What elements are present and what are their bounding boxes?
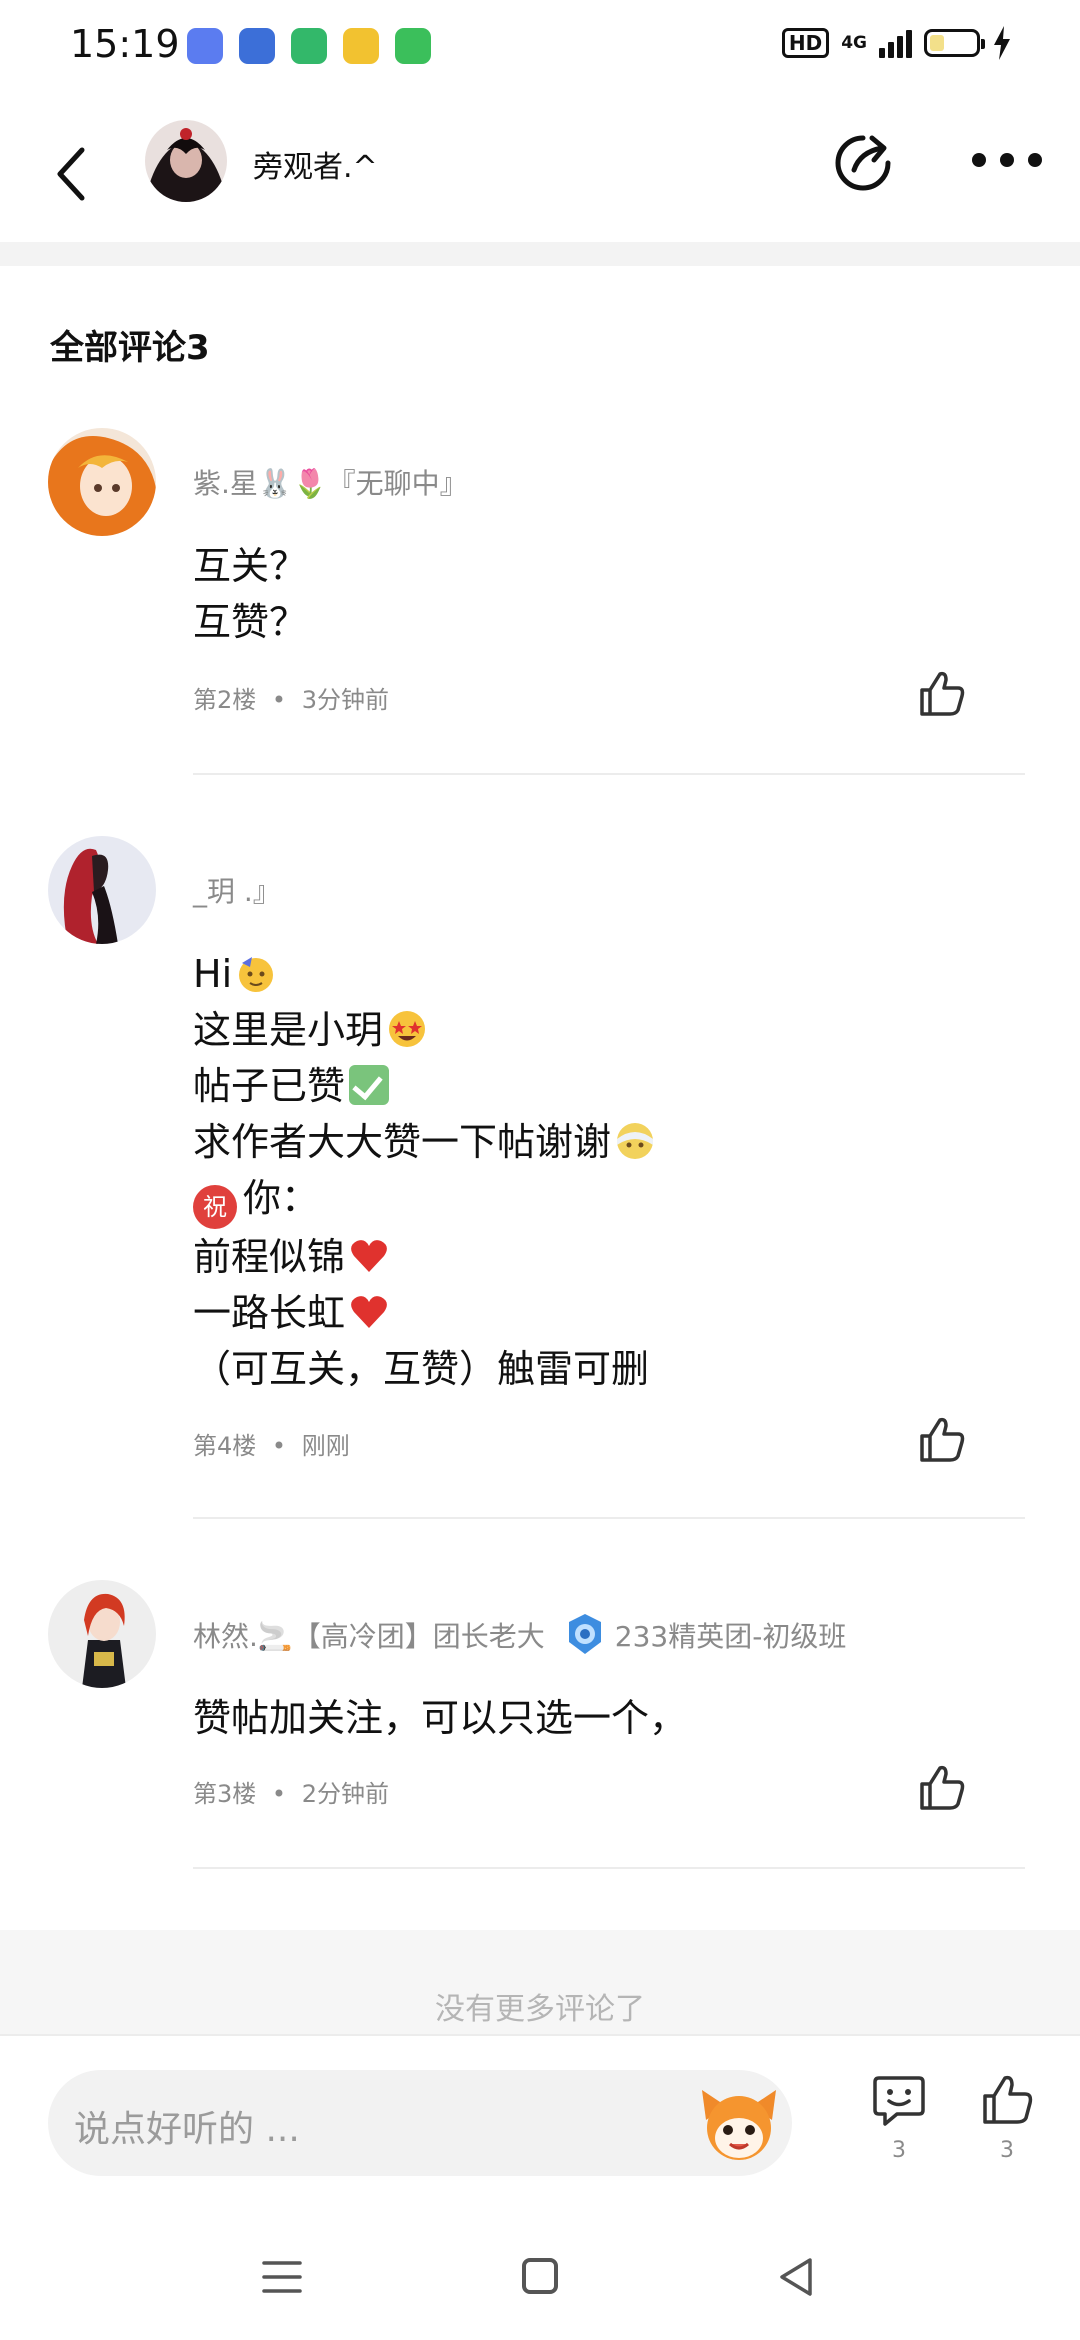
chevron-left-icon[interactable] xyxy=(48,138,92,210)
comment-content: 赞帖加关注，可以只选一个， xyxy=(193,1690,687,1746)
charging-icon xyxy=(994,26,1010,60)
app-notification-icon xyxy=(343,28,379,64)
comment-meta: 第3楼 • 2分钟前 xyxy=(193,1774,389,1809)
comment-divider xyxy=(193,1517,1025,1519)
red-heart-emoji-icon xyxy=(351,1296,387,1328)
comment-line: 帖子已赞 xyxy=(193,1058,655,1114)
battery-icon xyxy=(924,29,985,57)
comment-line: 前程似锦 xyxy=(193,1229,655,1285)
status-bar: 15:19 HD 4G xyxy=(0,0,1080,100)
mascot-emoji-icon[interactable] xyxy=(696,2080,782,2166)
system-indicators: HD 4G xyxy=(781,26,1012,60)
status-time: 15:19 xyxy=(70,22,180,66)
group-name[interactable]: 233精英团-初级班 xyxy=(615,1620,847,1653)
top-nav: 旁观者.^ xyxy=(0,110,1080,240)
floor-number: 第3楼 xyxy=(193,1780,257,1808)
commenter-name[interactable]: 紫.星🐰🌷『无聊中』 xyxy=(193,462,468,502)
avatar[interactable] xyxy=(48,1580,156,1688)
commenter-name-text[interactable]: 林然.🚬【高冷团】团长老大 xyxy=(193,1620,545,1653)
avatar[interactable] xyxy=(48,428,156,536)
thumbs-up-icon xyxy=(983,2075,1033,2124)
like-count: 3 xyxy=(1000,2138,1014,2163)
comment-line: 赞帖加关注，可以只选一个， xyxy=(193,1696,688,1740)
commenter-name[interactable]: _玥 .』 xyxy=(193,870,281,910)
menu-icon[interactable] xyxy=(262,2258,302,2296)
comment-time: 刚刚 xyxy=(301,1432,350,1460)
author-name[interactable]: 旁观者.^ xyxy=(253,142,378,186)
comment-line-text: 一路长虹 xyxy=(193,1291,346,1335)
congrats-emoji-icon: 祝 xyxy=(193,1185,237,1229)
comment-line-text: 帖子已赞 xyxy=(193,1064,346,1108)
floor-number: 第2楼 xyxy=(193,686,257,714)
comment-content: 互关？ 互赞？ xyxy=(193,538,307,650)
comment-input-bar: 说点好听的 ... 3 3 xyxy=(0,2034,1080,2216)
more-icon[interactable] xyxy=(972,150,1042,170)
comment-line-text: 这里是小玥 xyxy=(193,1008,384,1052)
comments-title: 全部评论3 xyxy=(50,328,210,368)
message-notification-icon xyxy=(291,28,327,64)
thumbs-up-icon[interactable] xyxy=(916,668,968,720)
party-face-emoji-icon xyxy=(239,957,274,992)
meta-separator: • xyxy=(271,686,287,714)
app-notification-icon xyxy=(187,28,223,64)
network-type-label: 4G xyxy=(841,32,867,53)
comment-divider xyxy=(193,1867,1025,1869)
avatar[interactable] xyxy=(48,836,156,944)
comment-bubble-icon xyxy=(873,2076,925,2126)
comment-content: Hi 这里是小玥 帖子已赞 求作者大大赞一下帖谢谢 祝你： 前程似锦 一路长虹 … xyxy=(193,946,655,1397)
red-heart-emoji-icon xyxy=(351,1240,387,1272)
thumbs-up-icon[interactable] xyxy=(916,1762,968,1814)
like-post-button[interactable]: 3 xyxy=(972,2072,1042,2163)
comment-line: （可互关，互赞）触雷可删 xyxy=(193,1347,650,1391)
input-placeholder[interactable]: 说点好听的 ... xyxy=(74,2100,300,2152)
notification-icons xyxy=(187,28,431,64)
thumbs-up-icon[interactable] xyxy=(916,1414,968,1466)
comment-meta: 第2楼 • 3分钟前 xyxy=(193,680,389,715)
comments-page: 15:19 HD 4G 旁观者.^ 全部评论3 紫.星🐰🌷『无聊中』 互关？ 互… xyxy=(0,0,1080,2340)
comments-button[interactable]: 3 xyxy=(864,2072,934,2163)
app-notification-icon xyxy=(239,28,275,64)
comment-line-text: Hi xyxy=(193,952,233,996)
no-more-comments: 没有更多评论了 xyxy=(435,1992,645,2027)
comment-line-text: 前程似锦 xyxy=(193,1235,346,1279)
check-mark-emoji-icon xyxy=(349,1065,390,1105)
star-struck-emoji-icon xyxy=(389,1011,426,1047)
meta-separator: • xyxy=(271,1432,287,1460)
floor-number: 第4楼 xyxy=(193,1432,257,1460)
comment-time: 3分钟前 xyxy=(301,686,389,714)
meta-separator: • xyxy=(271,1780,287,1808)
store-notification-icon xyxy=(395,28,431,64)
group-badge-icon xyxy=(568,1614,601,1654)
comment-line-text: 求作者大大赞一下帖谢谢 xyxy=(193,1120,612,1164)
cold-face-emoji-icon xyxy=(617,1123,654,1159)
signal-icon xyxy=(879,28,912,58)
comment-line: Hi xyxy=(193,946,655,1002)
home-icon[interactable] xyxy=(522,2258,558,2294)
comment-line: 祝你： xyxy=(193,1170,655,1229)
comment-time: 2分钟前 xyxy=(301,1780,389,1808)
back-triangle-icon[interactable] xyxy=(778,2256,814,2298)
comment-line: 求作者大大赞一下帖谢谢 xyxy=(193,1114,655,1170)
comment-line: 互赞？ xyxy=(193,600,308,644)
comment-line-text: 你： xyxy=(243,1176,320,1220)
share-icon[interactable] xyxy=(830,130,896,196)
comment-line: 一路长虹 xyxy=(193,1285,655,1341)
comment-line: 这里是小玥 xyxy=(193,1002,655,1058)
author-avatar[interactable] xyxy=(145,120,227,202)
comment-divider xyxy=(193,773,1025,775)
commenter-name: 林然.🚬【高冷团】团长老大 233精英团-初级班 xyxy=(193,1612,846,1656)
comment-input[interactable]: 说点好听的 ... xyxy=(48,2070,792,2176)
section-divider xyxy=(0,242,1080,266)
comment-line: 互关？ xyxy=(193,544,308,588)
comment-meta: 第4楼 • 刚刚 xyxy=(193,1426,350,1461)
hd-icon: HD xyxy=(781,28,830,58)
comment-count: 3 xyxy=(892,2138,906,2163)
system-nav-bar xyxy=(0,2214,1080,2340)
